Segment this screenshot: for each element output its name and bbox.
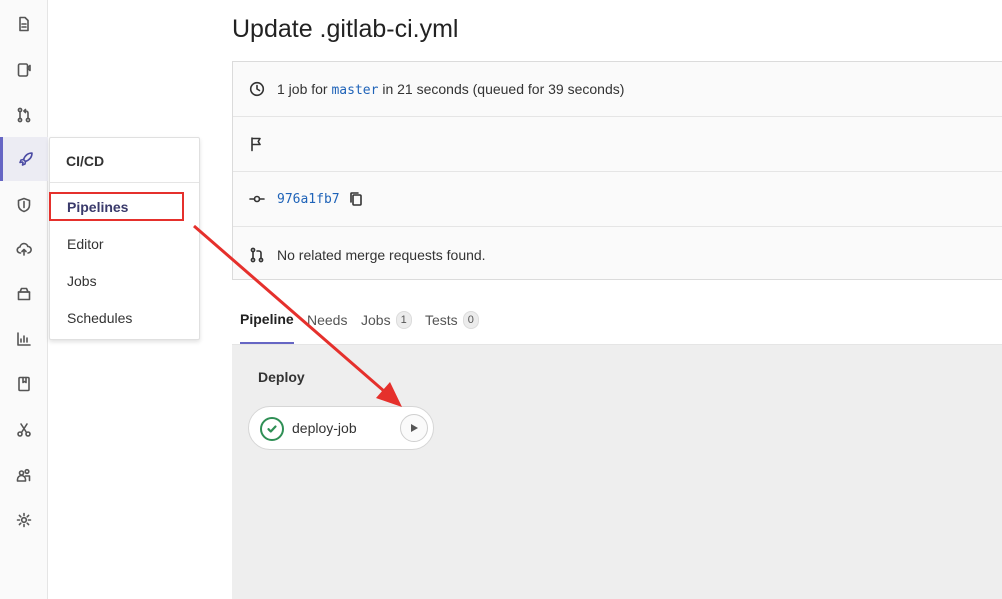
commit-icon: [249, 195, 265, 203]
flyout-item-editor[interactable]: Editor: [67, 236, 104, 252]
tab-jobs-label: Jobs: [361, 312, 391, 328]
cicd-flyout-menu: CI/CD Pipelines Editor Jobs Schedules: [49, 137, 200, 340]
clock-icon: [249, 81, 265, 97]
security-shield-icon[interactable]: [0, 183, 48, 227]
commit-sha-link[interactable]: 976a1fb7: [277, 192, 340, 207]
merge-requests-row: No related merge requests found.: [233, 227, 1002, 282]
job-summary-row: 1 job for master in 21 seconds (queued f…: [233, 62, 1002, 117]
job-card-deploy-job[interactable]: deploy-job: [248, 406, 434, 450]
tests-count-badge: 0: [462, 311, 479, 329]
flag-row: [233, 117, 1002, 172]
play-button[interactable]: [400, 414, 428, 442]
members-icon[interactable]: [0, 453, 48, 497]
deployments-icon[interactable]: [0, 227, 48, 271]
issues-icon[interactable]: [0, 48, 48, 92]
tab-jobs[interactable]: Jobs 1: [361, 296, 412, 344]
branch-link[interactable]: master: [331, 83, 378, 98]
flyout-item-jobs[interactable]: Jobs: [67, 273, 97, 289]
commit-row: 976a1fb7: [233, 172, 1002, 227]
settings-gear-icon[interactable]: [0, 498, 48, 542]
pipeline-info-panel: 1 job for master in 21 seconds (queued f…: [232, 61, 1002, 280]
tab-needs-label: Needs: [307, 312, 348, 328]
packages-icon[interactable]: [0, 272, 48, 316]
status-success-icon: [260, 417, 284, 441]
analytics-icon[interactable]: [0, 317, 48, 361]
play-icon: [411, 424, 418, 432]
flyout-item-schedules[interactable]: Schedules: [67, 310, 132, 326]
project-overview-icon[interactable]: [0, 2, 48, 46]
tab-tests[interactable]: Tests 0: [425, 296, 479, 344]
flyout-title: CI/CD: [66, 153, 105, 169]
snippets-icon[interactable]: [0, 408, 48, 452]
pipeline-tabs: Pipeline Needs Jobs 1 Tests 0: [232, 296, 1002, 345]
jobs-count-badge: 1: [395, 311, 412, 329]
tab-tests-label: Tests: [425, 312, 458, 328]
sidebar-rail: [0, 0, 48, 599]
wiki-icon[interactable]: [0, 362, 48, 406]
job-summary: 1 job for master in 21 seconds (queued f…: [277, 81, 624, 98]
tab-pipeline-label: Pipeline: [240, 311, 294, 327]
merge-requests-icon[interactable]: [0, 93, 48, 137]
annotation-highlight-box: [49, 192, 184, 221]
merge-request-icon: [250, 247, 264, 262]
job-duration-text: in 21 seconds (queued for 39 seconds): [382, 80, 625, 97]
page-title: Update .gitlab-ci.yml: [232, 15, 459, 43]
tab-pipeline[interactable]: Pipeline: [240, 296, 294, 344]
pipeline-graph: Deploy deploy-job: [232, 345, 1002, 599]
stage-title: Deploy: [258, 369, 305, 385]
flag-icon: [251, 137, 261, 152]
copy-icon[interactable]: [348, 191, 364, 207]
job-count-text: 1 job for: [277, 80, 328, 97]
flyout-divider: [50, 182, 199, 183]
tab-needs[interactable]: Needs: [307, 296, 347, 344]
cicd-rocket-icon[interactable]: [0, 137, 48, 181]
job-name[interactable]: deploy-job: [292, 420, 357, 436]
merge-requests-text: No related merge requests found.: [277, 246, 486, 263]
